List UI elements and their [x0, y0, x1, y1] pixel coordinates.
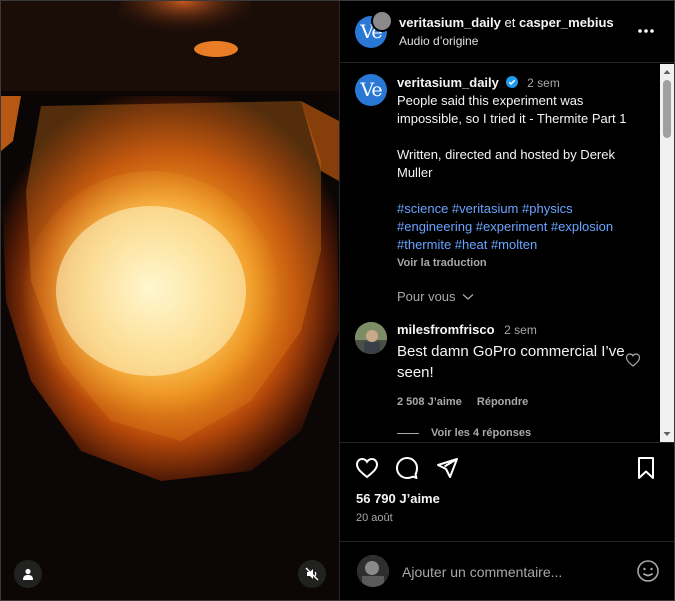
user-tag-button[interactable] — [14, 560, 42, 588]
comment-time: 2 sem — [504, 323, 537, 337]
heart-icon[interactable] — [625, 352, 641, 368]
post-header: Ve veritasium_daily et casper_mebius Aud… — [340, 1, 674, 63]
view-replies-button[interactable]: Voir les 4 réponses — [397, 427, 531, 439]
current-user-photo — [357, 555, 389, 587]
comment-text: Best damn GoPro commercial I’ve seen! — [397, 343, 625, 381]
caption-hashtags[interactable]: #science #veritasium #physics #engineeri… — [397, 200, 637, 254]
post-dialog: Ve veritasium_daily et casper_mebius Aud… — [0, 0, 675, 601]
audio-link[interactable]: Audio d’origine — [399, 32, 614, 50]
like-count[interactable]: 56 790 J’aime — [356, 491, 440, 506]
reply-button[interactable]: Répondre — [477, 396, 528, 408]
author-link[interactable]: veritasium_daily — [399, 15, 501, 30]
post-side-panel: Ve veritasium_daily et casper_mebius Aud… — [340, 1, 674, 600]
scrollbar-thumb[interactable] — [663, 80, 671, 138]
mute-button[interactable] — [298, 560, 326, 588]
comment-likes[interactable]: 2 508 J’aime — [397, 396, 462, 408]
speaker-muted-icon — [305, 567, 319, 581]
collab-avatar — [371, 9, 393, 32]
scrollbar[interactable] — [660, 64, 674, 442]
add-comment-bar: Ajouter un commentaire... — [340, 541, 674, 601]
comment-bubble-icon[interactable] — [395, 456, 419, 480]
for-you-toggle[interactable]: Pour vous — [397, 289, 474, 304]
caption-avatar[interactable]: Ve — [355, 74, 387, 106]
thermite-video-frame — [1, 1, 339, 600]
view-replies-label: Voir les 4 réponses — [431, 427, 532, 439]
commenter-avatar[interactable] — [355, 322, 387, 354]
verified-badge-icon — [505, 76, 518, 88]
comment-input[interactable]: Ajouter un commentaire... — [402, 564, 562, 580]
caption-username[interactable]: veritasium_daily — [397, 75, 499, 90]
author-avatar[interactable]: Ve — [355, 9, 393, 48]
translate-link[interactable]: Voir la traduction — [397, 254, 637, 272]
post-date: 20 août — [356, 512, 393, 524]
like-heart-icon[interactable] — [355, 456, 379, 480]
caption-line-1: People said this experiment was impossib… — [397, 93, 627, 126]
commenter-username[interactable]: milesfromfrisco — [397, 322, 495, 337]
emoji-icon[interactable] — [636, 559, 660, 583]
comments-scroll-area[interactable]: Ve veritasium_daily 2 sem People said th… — [340, 64, 674, 443]
caption-time: 2 sem — [527, 76, 560, 90]
avatar-label: Ve — [360, 79, 382, 101]
current-user-avatar — [357, 555, 389, 587]
video-player[interactable] — [1, 1, 340, 600]
collaborator-link[interactable]: casper_mebius — [519, 15, 614, 30]
scroll-up-arrow-icon[interactable] — [660, 66, 674, 78]
caption-line-2: Written, directed and hosted by Derek Mu… — [397, 147, 615, 180]
chevron-down-icon — [462, 294, 474, 300]
user-icon — [23, 568, 33, 580]
bookmark-icon[interactable] — [634, 456, 658, 480]
replies-line — [397, 432, 419, 434]
author-joiner: et — [504, 14, 516, 30]
share-send-icon[interactable] — [435, 456, 459, 480]
post-actions — [355, 454, 659, 484]
commenter-photo — [355, 322, 387, 354]
scroll-down-arrow-icon[interactable] — [660, 428, 674, 440]
more-options-icon[interactable] — [636, 23, 656, 39]
for-you-label: Pour vous — [397, 289, 456, 304]
